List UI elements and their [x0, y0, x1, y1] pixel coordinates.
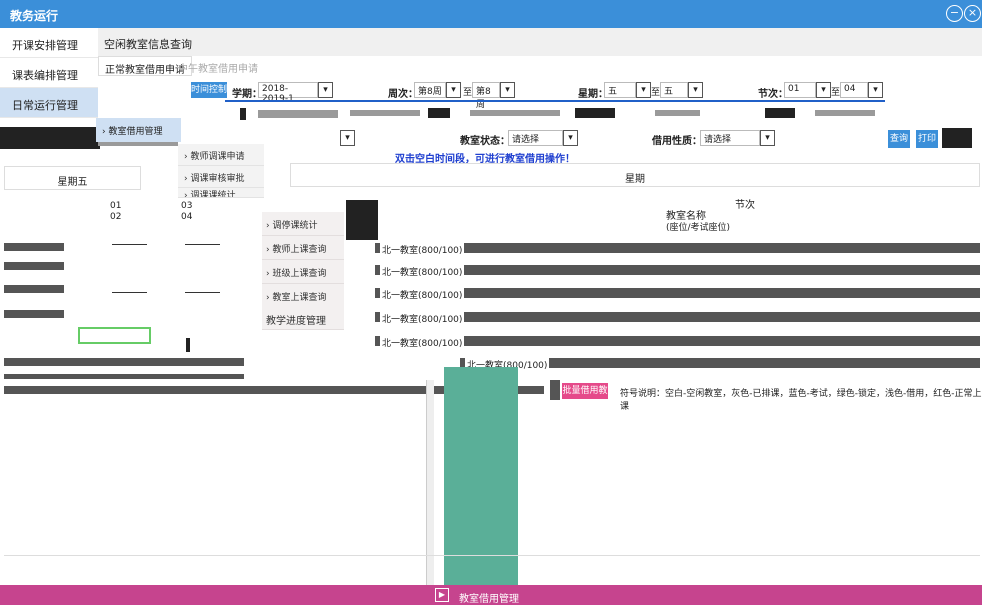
day-to-word: 至 — [651, 88, 661, 98]
filter-underline — [225, 100, 885, 102]
legend-note: 符号说明：空白-空闲教室，灰色-已排课，蓝色-考试，绿色-锁定，浅色-借用，红色… — [620, 389, 982, 412]
slot-line — [185, 292, 220, 293]
slot-line — [112, 292, 147, 293]
title-bar: 教务运行 − × — [0, 0, 982, 28]
row-glitch — [4, 310, 64, 318]
print-button[interactable]: 打印 — [916, 130, 938, 148]
chevron-down-icon[interactable]: ▾ — [816, 82, 831, 98]
footer-divider — [4, 555, 980, 556]
chevron-down-icon[interactable]: ▾ — [446, 82, 461, 98]
chevron-down-icon[interactable]: ▾ — [340, 130, 355, 146]
batch-borrow-button[interactable]: 批量借用教室 — [562, 383, 608, 412]
day-to-select[interactable]: 五 — [660, 82, 688, 98]
taskbar-room-borrow[interactable]: 教室借用管理 — [459, 590, 519, 605]
menu-adjust-stats[interactable]: › 调课课统计 — [178, 188, 264, 198]
slot-line — [185, 244, 220, 245]
room-name: 北一教室(800/100) — [380, 265, 465, 278]
chevron-down-icon[interactable]: ▾ — [636, 82, 651, 98]
room-row[interactable] — [375, 336, 980, 346]
play-icon[interactable]: ▶ — [435, 588, 449, 602]
day-from-select[interactable]: 五 — [604, 82, 636, 98]
room-row[interactable] — [375, 243, 980, 253]
selected-slot[interactable] — [78, 327, 151, 344]
period-cell: 04 — [181, 212, 193, 222]
glitch-block — [428, 108, 450, 118]
capacity-label: (座位/考试座位) — [666, 223, 731, 233]
period-from-select[interactable]: 01 — [784, 82, 816, 98]
glitch-block — [350, 110, 420, 116]
row-glitch — [4, 374, 244, 379]
window-title: 教务运行 — [10, 9, 59, 23]
room-name: 北一教室(800/100) — [380, 288, 465, 301]
room-row[interactable] — [375, 288, 980, 298]
use-type-select[interactable]: 请选择 — [700, 130, 760, 146]
slot-line — [112, 244, 147, 245]
week-from-select[interactable]: 第8周 — [414, 82, 446, 98]
chevron-down-icon[interactable]: ▾ — [760, 130, 775, 146]
time-control-button[interactable]: 时间控制 — [191, 82, 227, 98]
row-glitch — [4, 358, 244, 366]
chevron-down-icon[interactable]: ▾ — [688, 82, 703, 98]
scroll-column[interactable] — [444, 367, 518, 585]
row-glitch — [4, 262, 64, 270]
menu-adjust-review[interactable]: › 调课审核审批 — [178, 166, 264, 188]
period-to-word: 至 — [831, 88, 841, 98]
left-table-header: 星期五 — [4, 166, 141, 190]
menu-teacher-class-query[interactable]: › 教师上课查询 — [262, 236, 344, 260]
glitch-block — [550, 380, 560, 400]
glitch-block — [240, 108, 246, 120]
tab-noon-borrow[interactable]: 中午教室借用申请 — [172, 56, 264, 76]
glitch-block — [346, 200, 378, 240]
top-strip — [98, 28, 982, 56]
section-label: 节次 — [735, 200, 755, 211]
nav-item-course-arrangement[interactable]: 开课安排管理 — [0, 28, 98, 58]
row-glitch — [4, 285, 64, 293]
row-glitch — [4, 243, 64, 251]
left-nav: 开课安排管理 课表编排管理 日常运行管理 — [0, 28, 98, 118]
chevron-down-icon[interactable]: ▾ — [318, 82, 333, 98]
room-status-select[interactable]: 请选择 — [508, 130, 563, 146]
glitch-band — [0, 127, 100, 149]
query-button[interactable]: 查询 — [888, 130, 910, 148]
glitch-block — [655, 110, 700, 116]
room-name: 北一教室(800/100) — [380, 336, 465, 349]
close-icon[interactable]: × — [964, 5, 981, 22]
nav-item-schedule[interactable]: 课表编排管理 — [0, 58, 98, 88]
glitch-block — [815, 110, 875, 116]
nav-item-daily-ops[interactable]: 日常运行管理 — [0, 88, 98, 118]
menu-stop-class-stats[interactable]: › 调停课统计 — [262, 212, 344, 236]
grid-header: 星期 — [290, 163, 980, 187]
glitch-block — [470, 110, 560, 116]
period-cell: 01 — [110, 201, 122, 211]
glitch-block — [575, 108, 615, 118]
week-to-word: 至 — [463, 88, 473, 98]
minimize-icon[interactable]: − — [946, 5, 963, 22]
use-type-label: 借用性质： — [652, 136, 702, 147]
room-name: 北一教室(800/100) — [380, 243, 465, 256]
menu-teaching-progress[interactable]: 教学进度管理 — [262, 304, 344, 330]
chevron-down-icon[interactable]: ▾ — [500, 82, 515, 98]
glitch-block — [765, 108, 795, 118]
menu-class-query[interactable]: › 班级上课查询 — [262, 260, 344, 284]
glitch-block — [258, 110, 338, 118]
period-cell: 02 — [110, 212, 122, 222]
room-status-label: 教室状态： — [460, 136, 510, 147]
period-to-select[interactable]: 04 — [840, 82, 868, 98]
chevron-down-icon[interactable]: ▾ — [868, 82, 883, 98]
glitch-block — [942, 128, 972, 148]
menu-teacher-adjust-apply[interactable]: › 教师调课申请 — [178, 144, 264, 166]
period-cell: 03 — [181, 201, 193, 211]
subnav-title[interactable]: 空闲教室信息查询 — [98, 28, 208, 56]
glitch-block — [186, 338, 190, 352]
week-to-select[interactable]: 第8周 — [472, 82, 500, 110]
room-row[interactable] — [375, 312, 980, 322]
chevron-down-icon[interactable]: ▾ — [563, 130, 578, 146]
room-row[interactable] — [375, 265, 980, 275]
term-select[interactable]: 2018-2019-1 — [258, 82, 318, 104]
room-name: 北一教室(800/100) — [380, 312, 465, 325]
menu-room-borrow[interactable]: › 教室借用管理 — [96, 118, 181, 142]
